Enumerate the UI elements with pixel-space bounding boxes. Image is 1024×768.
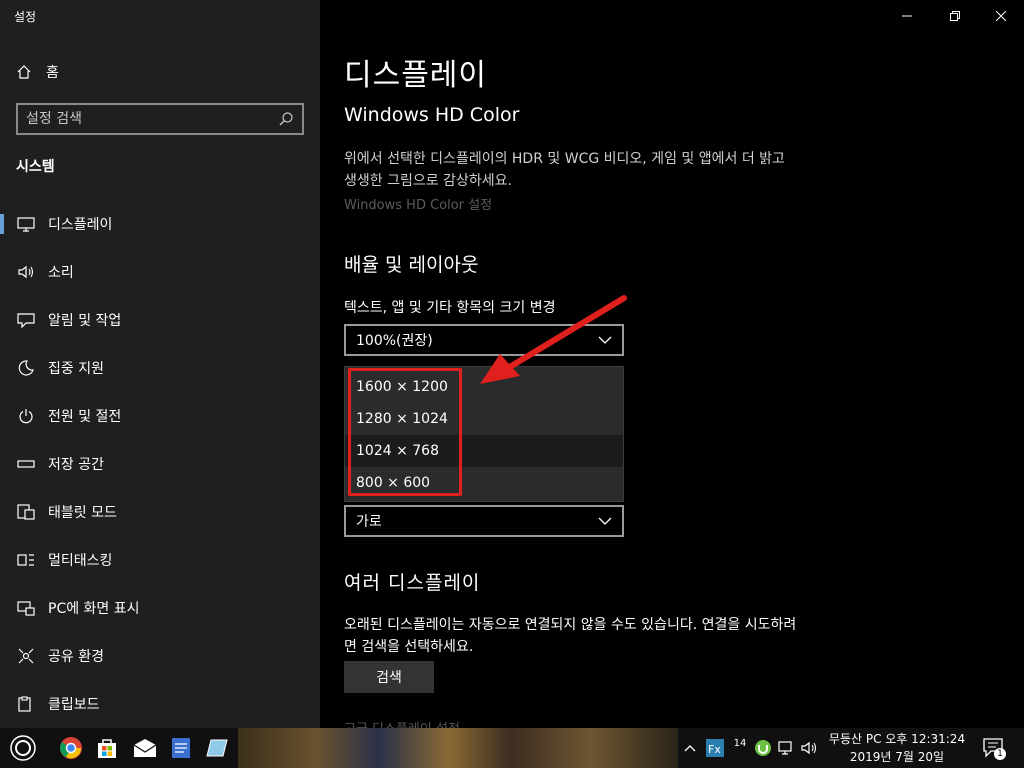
home-icon xyxy=(14,64,34,80)
volume-icon xyxy=(801,741,817,755)
sidebar-item-label: 공유 환경 xyxy=(48,649,104,665)
tray-network-button[interactable] xyxy=(776,728,798,768)
sidebar-item-label: 클립보드 xyxy=(48,697,100,713)
sidebar-item-label: 멀티태스킹 xyxy=(48,553,113,569)
power-icon xyxy=(16,406,36,426)
chrome-icon xyxy=(60,737,82,759)
detect-button[interactable]: 검색 xyxy=(344,661,434,693)
main-content: 디스플레이 Windows HD Color 위에서 선택한 디스플레이의 HD… xyxy=(320,0,1024,728)
close-button[interactable] xyxy=(978,0,1024,32)
restore-icon xyxy=(950,11,960,21)
clock-time: 무등산 PC 오후 12:31:24 xyxy=(828,732,966,746)
sidebar-item-focus[interactable]: 집중 지원 xyxy=(0,344,320,392)
sidebar-item-clipboard[interactable]: 클립보드 xyxy=(0,680,320,728)
cortana-button[interactable] xyxy=(4,728,42,768)
sidebar-item-label: 집중 지원 xyxy=(48,361,104,377)
orientation-dropdown[interactable]: 가로 xyxy=(344,505,624,537)
sidebar-item-label: 소리 xyxy=(48,265,74,281)
chevron-up-icon xyxy=(684,745,696,752)
annotation-highlight-box xyxy=(348,368,462,496)
tray-volume-button[interactable] xyxy=(798,728,820,768)
utorrent-icon xyxy=(755,740,771,756)
action-center-button[interactable]: 1 xyxy=(978,728,1010,768)
taskbar-wallpaper-strip xyxy=(238,728,678,768)
app-window-icon xyxy=(206,739,228,757)
app-taskbar-button[interactable] xyxy=(198,728,236,768)
moon-icon xyxy=(16,358,36,378)
show-hidden-icons-button[interactable] xyxy=(680,728,700,768)
sidebar-item-project[interactable]: PC에 화면 표시 xyxy=(0,584,320,632)
annotation-arrow-icon xyxy=(480,295,627,384)
multi-display-description: 오래된 디스플레이는 자동으로 연결되지 않을 수도 있습니다. 연결을 시도하… xyxy=(344,617,797,655)
monitor-icon xyxy=(16,214,36,234)
minimize-icon xyxy=(902,15,912,17)
store-icon xyxy=(98,739,116,758)
share-icon xyxy=(16,646,36,666)
tray-badge[interactable]: 14 xyxy=(728,728,752,768)
nav-list: 디스플레이 소리 알림 및 작업 집중 지원 전원 및 절전 저장 공간 태블릿… xyxy=(0,200,320,728)
notepad-taskbar-button[interactable] xyxy=(162,728,200,768)
notepad-icon xyxy=(172,738,190,758)
storage-icon xyxy=(16,454,36,474)
search-box[interactable] xyxy=(16,103,304,135)
sidebar-item-label: 전원 및 절전 xyxy=(48,409,122,425)
hdr-description: 위에서 선택한 디스플레이의 HDR 및 WCG 비디오, 게임 및 앱에서 더… xyxy=(344,151,785,189)
sidebar-item-multitasking[interactable]: 멀티태스킹 xyxy=(0,536,320,584)
home-label: 홈 xyxy=(46,65,59,81)
taskbar: Fx 14 무등산 PC 오후 12:31:24 2019년 7월 20일 1 xyxy=(0,728,1024,768)
minimize-button[interactable] xyxy=(884,0,930,32)
sidebar-item-label: PC에 화면 표시 xyxy=(48,601,140,617)
close-icon xyxy=(996,11,1006,21)
speaker-icon xyxy=(16,262,36,282)
tray-fx-button[interactable]: Fx xyxy=(704,728,726,768)
tray-utorrent-button[interactable] xyxy=(752,728,774,768)
taskbar-clock[interactable]: 무등산 PC 오후 12:31:24 2019년 7월 20일 xyxy=(822,730,972,766)
sidebar-item-label: 저장 공간 xyxy=(48,457,104,473)
search-icon[interactable] xyxy=(278,111,294,127)
scale-value: 100%(권장) xyxy=(356,333,433,349)
mail-taskbar-button[interactable] xyxy=(126,728,164,768)
sidebar-item-shared[interactable]: 공유 환경 xyxy=(0,632,320,680)
clipboard-icon xyxy=(16,694,36,714)
notification-count-badge: 1 xyxy=(994,748,1006,760)
page-title: 디스플레이 xyxy=(344,58,487,93)
sidebar-item-power[interactable]: 전원 및 절전 xyxy=(0,392,320,440)
multitask-icon xyxy=(16,550,36,570)
sidebar: 설정 홈 시스템 디스플레이 소리 알림 및 작업 집중 지원 xyxy=(0,0,320,728)
fx-icon: Fx xyxy=(706,739,724,757)
hdr-settings-link[interactable]: Windows HD Color 설정 xyxy=(344,194,492,213)
sidebar-item-notifications[interactable]: 알림 및 작업 xyxy=(0,296,320,344)
maximize-button[interactable] xyxy=(932,0,978,32)
scale-section-title: 배율 및 레이아웃 xyxy=(344,254,479,276)
section-label: 시스템 xyxy=(16,159,55,175)
advanced-display-link[interactable]: 고급 디스플레이 설정 xyxy=(344,718,460,728)
project-icon xyxy=(16,598,36,618)
clock-date: 2019년 7월 20일 xyxy=(849,750,945,764)
sidebar-item-tablet[interactable]: 태블릿 모드 xyxy=(0,488,320,536)
notification-icon xyxy=(16,310,36,330)
sidebar-item-label: 알림 및 작업 xyxy=(48,313,122,329)
svg-text:Fx: Fx xyxy=(708,743,721,756)
sidebar-item-label: 태블릿 모드 xyxy=(48,505,117,521)
sidebar-item-label: 디스플레이 xyxy=(48,217,113,233)
sidebar-item-display[interactable]: 디스플레이 xyxy=(0,200,320,248)
hdr-section-title: Windows HD Color xyxy=(344,104,520,126)
mail-icon xyxy=(133,739,157,757)
chevron-down-icon xyxy=(598,514,612,528)
orientation-value: 가로 xyxy=(356,514,382,530)
search-input[interactable] xyxy=(26,111,278,127)
multi-display-title: 여러 디스플레이 xyxy=(344,572,481,594)
sidebar-item-home[interactable]: 홈 xyxy=(14,60,59,84)
tablet-icon xyxy=(16,502,36,522)
network-icon xyxy=(778,741,792,755)
app-title: 설정 xyxy=(14,10,37,24)
chrome-taskbar-button[interactable] xyxy=(52,728,90,768)
cortana-icon xyxy=(10,735,36,761)
sidebar-item-storage[interactable]: 저장 공간 xyxy=(0,440,320,488)
store-taskbar-button[interactable] xyxy=(88,728,126,768)
sidebar-item-sound[interactable]: 소리 xyxy=(0,248,320,296)
